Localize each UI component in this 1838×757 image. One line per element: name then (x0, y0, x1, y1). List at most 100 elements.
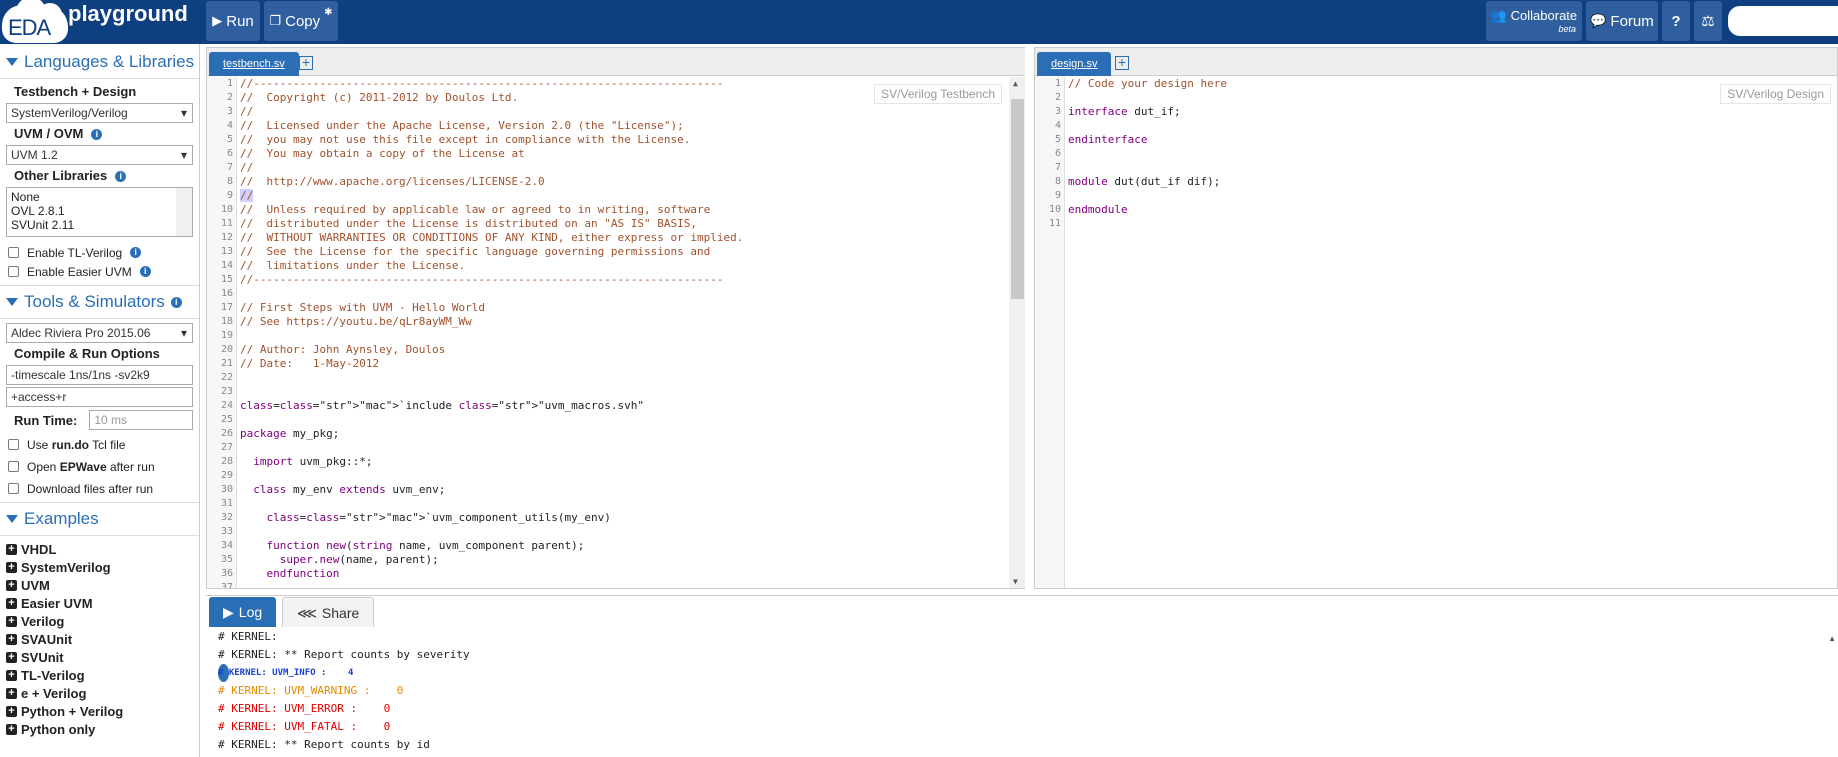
tab-design-sv[interactable]: design.sv (1037, 52, 1112, 76)
enable-easier-uvm-checkbox[interactable]: Enable Easier UVM i (0, 262, 199, 281)
checkbox[interactable] (8, 483, 19, 494)
pane-splitter[interactable] (1025, 44, 1033, 594)
expand-plus-icon[interactable]: + (6, 633, 17, 645)
info-icon[interactable]: i (130, 247, 142, 258)
expand-plus-icon[interactable]: + (6, 705, 17, 717)
code-line[interactable] (1068, 217, 1817, 231)
download-files-checkbox[interactable]: Download files after run (0, 479, 199, 498)
compile-options-input[interactable]: -timescale 1ns/1ns -sv2k9 (6, 365, 193, 385)
testbench-scrollbar[interactable]: ▲ ▼ (1009, 77, 1026, 588)
tab-log[interactable]: ▶ Log (209, 597, 277, 627)
code-line[interactable]: // You may obtain a copy of the License … (240, 147, 1006, 161)
tab-testbench-sv[interactable]: testbench.sv (209, 52, 299, 76)
checkbox[interactable] (8, 439, 19, 450)
code-line[interactable]: endinterface (1068, 133, 1817, 147)
expand-plus-icon[interactable]: + (6, 723, 17, 735)
testbench-code[interactable]: //--------------------------------------… (240, 77, 1006, 588)
other-libraries-list[interactable]: None OVL 2.8.1 SVUnit 2.11 (6, 187, 193, 237)
code-line[interactable]: // (240, 189, 1006, 203)
collaborate-button[interactable]: 👥 Collaborate beta (1486, 1, 1582, 41)
example-item[interactable]: + Easier UVM (0, 594, 199, 612)
code-line[interactable]: // (240, 161, 1006, 175)
example-item[interactable]: + e + Verilog (0, 684, 199, 702)
enable-tl-verilog-checkbox[interactable]: Enable TL-Verilog i (0, 243, 199, 262)
add-file-icon[interactable]: + (1115, 55, 1129, 70)
expand-plus-icon[interactable]: + (6, 651, 17, 663)
code-line[interactable]: // you may not use this file except in c… (240, 133, 1006, 147)
scrollbar-thumb[interactable] (1011, 99, 1024, 299)
expand-plus-icon[interactable]: + (6, 579, 17, 591)
code-line[interactable]: // Licensed under the Apache License, Ve… (240, 119, 1006, 133)
run-time-input[interactable]: 10 ms (89, 410, 194, 430)
code-line[interactable]: import uvm_pkg::*; (240, 455, 1006, 469)
code-line[interactable]: // See the License for the specific lang… (240, 245, 1006, 259)
help-button[interactable]: ? (1662, 1, 1690, 41)
checkbox[interactable] (8, 247, 19, 258)
code-line[interactable]: class=class="str">"mac">`uvm_component_u… (240, 511, 1006, 525)
tools-simulators-header[interactable]: Tools & Simulators i (0, 290, 199, 314)
info-icon[interactable]: i (170, 296, 182, 308)
code-line[interactable]: class my_env extends uvm_env; (240, 483, 1006, 497)
code-line[interactable]: // Code your design here (1068, 77, 1817, 91)
info-icon[interactable]: i (91, 128, 103, 140)
code-line[interactable] (240, 441, 1006, 455)
code-line[interactable]: // See https://youtu.be/qLr8ayWM_Ww (240, 315, 1006, 329)
code-line[interactable]: // First Steps with UVM - Hello World (240, 301, 1006, 315)
example-item[interactable]: + UVM (0, 576, 199, 594)
simulator-select[interactable]: Aldec Riviera Pro 2015.06 (6, 323, 193, 343)
user-menu[interactable] (1728, 6, 1838, 36)
code-line[interactable]: // (240, 105, 1006, 119)
code-line[interactable] (240, 287, 1006, 301)
checkbox[interactable] (8, 266, 19, 277)
expand-plus-icon[interactable]: + (6, 543, 17, 555)
code-line[interactable]: //--------------------------------------… (240, 273, 1006, 287)
expand-plus-icon[interactable]: + (6, 615, 17, 627)
run-button[interactable]: ▶ Run (206, 1, 260, 41)
code-line[interactable] (240, 385, 1006, 399)
code-line[interactable] (240, 329, 1006, 343)
log-output[interactable]: # KERNEL: # KERNEL: ** Report counts by s… (218, 628, 1838, 757)
run-options-input[interactable]: +access+r (6, 387, 193, 407)
expand-plus-icon[interactable]: + (6, 669, 17, 681)
info-icon[interactable]: i (139, 266, 151, 277)
expand-plus-icon[interactable]: + (6, 561, 17, 573)
checkbox[interactable] (8, 461, 19, 472)
tab-share[interactable]: ⋘ Share (282, 597, 375, 627)
code-line[interactable] (1068, 147, 1817, 161)
example-item[interactable]: + SVUnit (0, 648, 199, 666)
code-line[interactable] (240, 497, 1006, 511)
code-line[interactable] (240, 581, 1006, 588)
expand-plus-icon[interactable]: + (6, 597, 17, 609)
copy-button[interactable]: ❐ Copy ✱ (264, 1, 338, 41)
code-line[interactable] (1068, 119, 1817, 133)
design-code[interactable]: // Code your design here interface dut_if… (1068, 77, 1817, 231)
example-item[interactable]: + Python only (0, 720, 199, 738)
code-line[interactable]: endmodule (1068, 203, 1817, 217)
languages-libraries-header[interactable]: Languages & Libraries (0, 50, 199, 74)
listbox-scrollbar[interactable] (176, 188, 192, 236)
code-line[interactable]: // distributed under the License is dist… (240, 217, 1006, 231)
code-line[interactable]: package my_pkg; (240, 427, 1006, 441)
examples-header[interactable]: Examples (0, 507, 199, 531)
code-line[interactable]: interface dut_if; (1068, 105, 1817, 119)
code-line[interactable]: // limitations under the License. (240, 259, 1006, 273)
code-line[interactable]: module dut(dut_if dif); (1068, 175, 1817, 189)
design-editor[interactable]: 1 2 3 4 5 6 7 8 9 10 11 // Code your design here in… (1035, 77, 1837, 588)
code-line[interactable]: function new(string name, uvm_component … (240, 539, 1006, 553)
code-line[interactable] (1068, 161, 1817, 175)
example-item[interactable]: + Verilog (0, 612, 199, 630)
code-line[interactable] (240, 525, 1006, 539)
flask-button[interactable]: ⚖ (1694, 1, 1722, 41)
code-line[interactable]: // Author: John Aynsley, Doulos (240, 343, 1006, 357)
list-item[interactable]: SVUnit 2.11 (11, 218, 188, 232)
list-item[interactable]: OVL 2.8.1 (11, 204, 188, 218)
expand-plus-icon[interactable]: + (6, 687, 17, 699)
testbench-editor[interactable]: 1 2 3 4 5 6 7 8 9 10 11 12 13 14 15 16 17 18 19 20 21 22 23 24 2… (207, 77, 1026, 588)
code-line[interactable]: // http://www.apache.org/licenses/LICENS… (240, 175, 1006, 189)
scroll-up-icon[interactable]: ▲ (1828, 634, 1836, 643)
code-line[interactable] (240, 469, 1006, 483)
scroll-down-icon[interactable]: ▼ (1013, 577, 1018, 586)
code-line[interactable]: // WITHOUT WARRANTIES OR CONDITIONS OF A… (240, 231, 1006, 245)
code-line[interactable] (1068, 189, 1817, 203)
info-icon[interactable]: i (115, 170, 127, 182)
